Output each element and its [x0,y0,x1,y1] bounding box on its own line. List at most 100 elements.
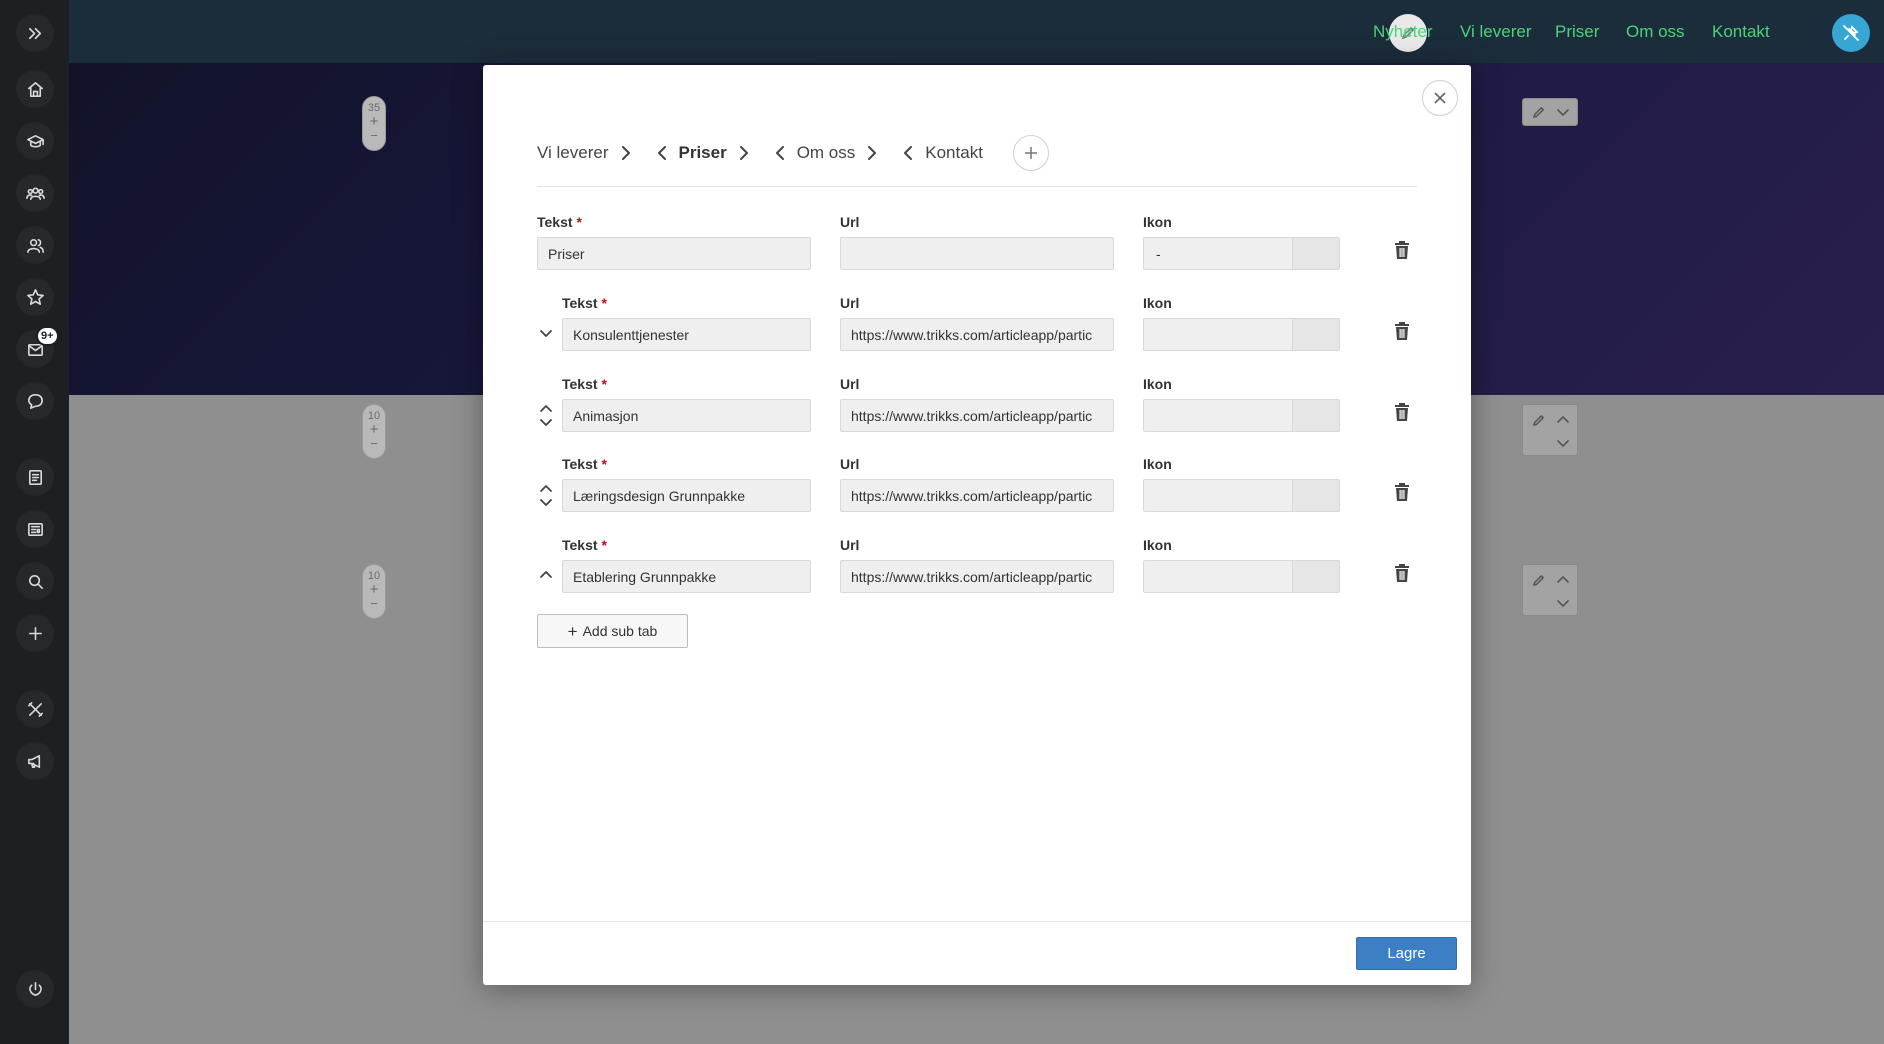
move-up-icon[interactable] [538,402,554,414]
nav-link-kontakt[interactable]: Kontakt [1712,22,1770,42]
increase-padding-button[interactable]: + [363,582,385,597]
move-down-icon[interactable] [1556,598,1570,610]
icon-picker[interactable] [1143,560,1340,593]
move-up-icon[interactable] [1556,573,1570,585]
move-right-icon[interactable] [865,144,879,162]
row-padding-control[interactable]: 10 + − [362,564,386,619]
pencil-icon[interactable] [1531,413,1546,428]
add-tab-button[interactable] [1012,135,1049,171]
chevron-down-icon[interactable] [1556,107,1570,119]
nav-link-om-oss[interactable]: Om oss [1626,22,1685,42]
sidebar-item-home[interactable] [16,70,54,108]
decrease-padding-button[interactable]: − [363,129,385,143]
section-tools[interactable] [1522,404,1578,456]
chat-icon [27,393,43,409]
row-padding-control[interactable]: 10 + − [362,404,386,459]
delete-button[interactable] [1393,321,1411,341]
sub-tab-reorder [538,328,554,340]
move-down-icon[interactable] [538,417,554,429]
tab-vi-leverer[interactable]: Vi leverer [537,143,633,163]
move-right-icon[interactable] [737,144,751,162]
url-label: Url [840,214,860,230]
delete-button[interactable] [1393,240,1411,260]
tab-kontakt[interactable]: Kontakt [901,143,993,163]
decrease-padding-button[interactable]: − [363,597,385,611]
icon-picker-button[interactable] [1292,480,1339,511]
add-sub-tab-button[interactable]: + Add sub tab [537,614,688,648]
pencil-icon[interactable] [1531,105,1546,120]
sub-tab-text-field[interactable] [562,399,811,432]
increase-padding-button[interactable]: + [363,422,385,437]
decrease-padding-button[interactable]: − [363,437,385,451]
icon-picker-button[interactable] [1292,561,1339,592]
sub-tab-url-field[interactable] [840,479,1114,512]
sub-tab-url-field[interactable] [840,399,1114,432]
move-down-icon[interactable] [1556,438,1570,450]
icon-picker[interactable] [1143,318,1340,351]
sidebar-item-favorites[interactable] [16,278,54,316]
url-label: Url [840,537,860,553]
icon-picker-button[interactable] [1292,319,1339,350]
icon-picker[interactable] [1143,399,1340,432]
sub-tab-text-field[interactable] [562,479,811,512]
sidebar-item-tools[interactable] [16,690,54,728]
delete-button[interactable] [1393,563,1411,583]
tab-text-field[interactable] [537,237,811,270]
sidebar-item-logout[interactable] [16,970,54,1008]
text-label: Tekst * [562,295,607,311]
sub-tab-text-field[interactable] [562,560,811,593]
move-left-icon[interactable] [901,144,915,162]
sub-tab-text-field[interactable] [562,318,811,351]
sub-tab-url-field[interactable] [840,560,1114,593]
nav-link-priser[interactable]: Priser [1555,22,1599,42]
save-button[interactable]: Lagre [1356,937,1457,970]
tab-label[interactable]: Om oss [797,143,856,163]
row-padding-control[interactable]: 35 + − [362,96,386,151]
move-right-icon[interactable] [619,144,633,162]
menu-tabs: Vi leverer Priser Om oss Kontakt [537,131,1417,175]
icon-picker[interactable] [1143,479,1340,512]
sidebar-item-chat[interactable] [16,382,54,420]
delete-button[interactable] [1393,482,1411,502]
sidebar-item-announcements[interactable] [16,742,54,780]
pin-toggle-button[interactable] [1832,14,1870,52]
move-up-icon[interactable] [1556,413,1570,425]
sidebar-item-articles[interactable] [16,510,54,548]
nav-link-vi-leverer[interactable]: Vi leverer [1460,22,1532,42]
nav-link-nyheter[interactable]: Nyheter [1373,22,1433,42]
pencil-icon[interactable] [1531,573,1546,588]
section-tools[interactable] [1522,564,1578,616]
delete-button[interactable] [1393,402,1411,422]
sidebar-item-pages[interactable] [16,458,54,496]
sidebar-item-groups[interactable] [16,174,54,212]
move-down-icon[interactable] [538,497,554,509]
move-down-icon[interactable] [538,328,554,340]
icon-label: Ikon [1143,214,1172,230]
icon-label: Ikon [1143,456,1172,472]
tab-priser[interactable]: Priser [655,143,751,163]
icon-picker-button[interactable] [1292,400,1339,431]
tab-om-oss[interactable]: Om oss [773,143,880,163]
tab-label[interactable]: Priser [679,143,727,163]
section-tools[interactable] [1522,98,1578,126]
move-left-icon[interactable] [655,144,669,162]
icon-picker[interactable]: - [1143,237,1340,270]
text-label: Tekst * [562,376,607,392]
icon-picker-button[interactable] [1292,238,1339,269]
sub-tab-url-field[interactable] [840,318,1114,351]
sidebar-item-search[interactable] [16,562,54,600]
sidebar-item-users[interactable] [16,226,54,264]
sidebar-item-add[interactable] [16,614,54,652]
sidebar-expand-button[interactable] [16,14,54,52]
tab-url-field[interactable] [840,237,1114,270]
move-up-icon[interactable] [538,568,554,580]
move-left-icon[interactable] [773,144,787,162]
close-button[interactable] [1422,80,1458,116]
tab-label[interactable]: Kontakt [925,143,983,163]
move-up-icon[interactable] [538,482,554,494]
sidebar-item-courses[interactable] [16,122,54,160]
tab-label[interactable]: Vi leverer [537,143,609,163]
increase-padding-button[interactable]: + [363,114,385,129]
url-label: Url [840,376,860,392]
notification-badge: 9+ [36,326,59,346]
